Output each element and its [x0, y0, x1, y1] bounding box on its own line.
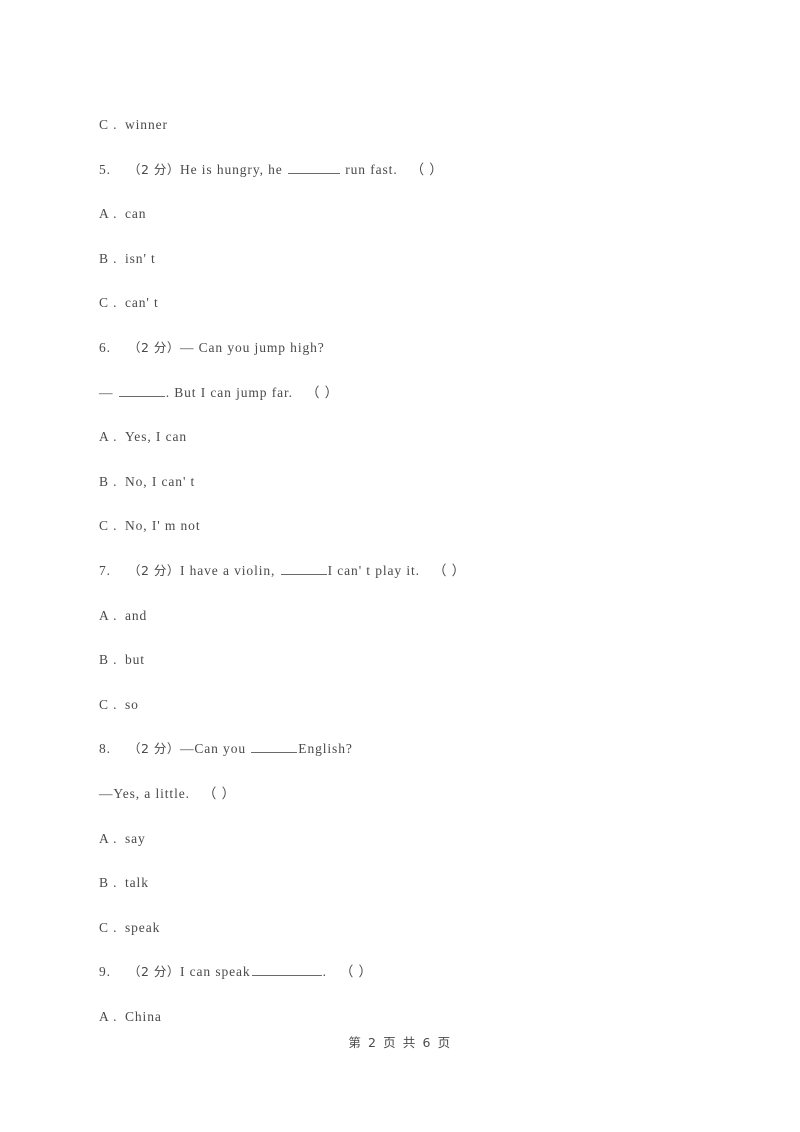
question-text-before-blank: —Can you	[179, 741, 251, 757]
option-text: but	[125, 652, 145, 668]
answer-option: B . talk	[99, 861, 719, 906]
fill-in-blank	[118, 385, 165, 397]
answer-option: A . can	[99, 192, 719, 237]
answer-bracket: （ ）	[305, 384, 340, 400]
question-text-after-blank: run fast.	[340, 161, 398, 177]
option-label: B .	[99, 652, 118, 668]
question-number: 5.	[99, 161, 111, 177]
question-text-after-blank: . But I can jump far.	[165, 384, 293, 400]
answer-option: A . say	[99, 817, 719, 862]
answer-bracket: （ ）	[202, 785, 236, 801]
answer-option: C . No, I' m not	[99, 504, 719, 549]
question-line: 7. （2 分）I have a violin, I can' t play it…	[99, 549, 719, 594]
answer-option: A . Yes, I can	[99, 415, 719, 460]
question-line: 5. （2 分）He is hungry, he run fast. （ ）	[99, 148, 719, 193]
option-label: C .	[99, 518, 118, 534]
option-text: speak	[125, 919, 161, 935]
option-label: C .	[99, 117, 118, 132]
answer-option: A . and	[99, 594, 719, 639]
question-number: 8.	[99, 741, 111, 757]
question-text-before-blank: He is hungry, he	[179, 161, 287, 177]
option-text: can' t	[125, 295, 159, 311]
option-label: B .	[99, 875, 118, 891]
fill-in-blank	[280, 563, 327, 575]
answer-bracket: （ ）	[432, 562, 467, 578]
option-text: so	[125, 696, 139, 712]
fill-in-blank	[251, 964, 322, 977]
question-score: （2 分）	[128, 339, 180, 355]
option-text: and	[125, 607, 148, 623]
option-text: China	[125, 1008, 162, 1024]
option-label: C .	[99, 295, 118, 311]
answer-option: C . speak	[99, 906, 719, 951]
question-score: （2 分）	[128, 161, 180, 177]
option-text: Yes, I can	[125, 429, 187, 445]
option-text: say	[125, 830, 146, 846]
question-score: （2 分）	[128, 562, 180, 578]
question-number: 7.	[99, 562, 111, 578]
question-text-before-blank: I can speak	[179, 964, 251, 980]
answer-bracket: （ ）	[410, 161, 444, 177]
fill-in-blank	[287, 162, 340, 174]
question-continuation-line: —Yes, a little. （ ）	[99, 772, 719, 817]
fill-in-blank	[251, 741, 298, 754]
option-label: A .	[99, 429, 118, 445]
option-label: B .	[99, 250, 118, 266]
option-label: A .	[99, 206, 118, 222]
option-text: winner	[125, 117, 168, 132]
option-label: C .	[99, 696, 118, 712]
question-score: （2 分）	[128, 964, 180, 980]
option-label: B .	[99, 473, 118, 489]
answer-option: B . No, I can' t	[99, 460, 719, 505]
option-label: A .	[99, 607, 118, 623]
question-list: C . winner 5. （2 分）He is hungry, he run fas…	[99, 103, 719, 1039]
question-continuation-line: — . But I can jump far. （ ）	[99, 371, 719, 416]
option-text: isn' t	[125, 250, 156, 266]
answer-option: C . can' t	[99, 281, 719, 326]
answer-bracket: （ ）	[339, 964, 373, 980]
question-text-before-blank: I have a violin,	[179, 562, 280, 578]
option-label: C .	[99, 919, 118, 935]
question-text-before-blank: —	[99, 384, 118, 400]
question-text-after-blank: English?	[298, 741, 353, 757]
question-line: 6. （2 分）— Can you jump high?	[99, 326, 719, 371]
question-text-after-blank: .	[322, 964, 327, 980]
question-text-after-blank: I can' t play it.	[327, 562, 420, 578]
page-footer: 第 2 页 共 6 页	[348, 1035, 452, 1050]
document-page: C . winner 5. （2 分）He is hungry, he run fas…	[0, 0, 800, 1132]
answer-option: C . so	[99, 683, 719, 728]
answer-option: B . but	[99, 638, 719, 683]
question-text-before-blank: — Can you jump high?	[179, 339, 325, 355]
option-text: can	[125, 206, 147, 222]
option-text: No, I' m not	[125, 518, 201, 534]
question-number: 9.	[99, 964, 111, 980]
question-score: （2 分）	[128, 741, 180, 757]
question-line: 8. （2 分）—Can you English?	[99, 727, 719, 772]
answer-option: C . winner	[99, 103, 719, 148]
option-label: A .	[99, 830, 118, 846]
question-number: 6.	[99, 339, 111, 355]
answer-option: B . isn' t	[99, 237, 719, 282]
question-line: 9. （2 分）I can speak. （ ）	[99, 950, 719, 995]
question-text-before-blank: —Yes, a little.	[99, 785, 190, 801]
option-text: No, I can' t	[125, 473, 196, 489]
option-text: talk	[125, 875, 149, 891]
